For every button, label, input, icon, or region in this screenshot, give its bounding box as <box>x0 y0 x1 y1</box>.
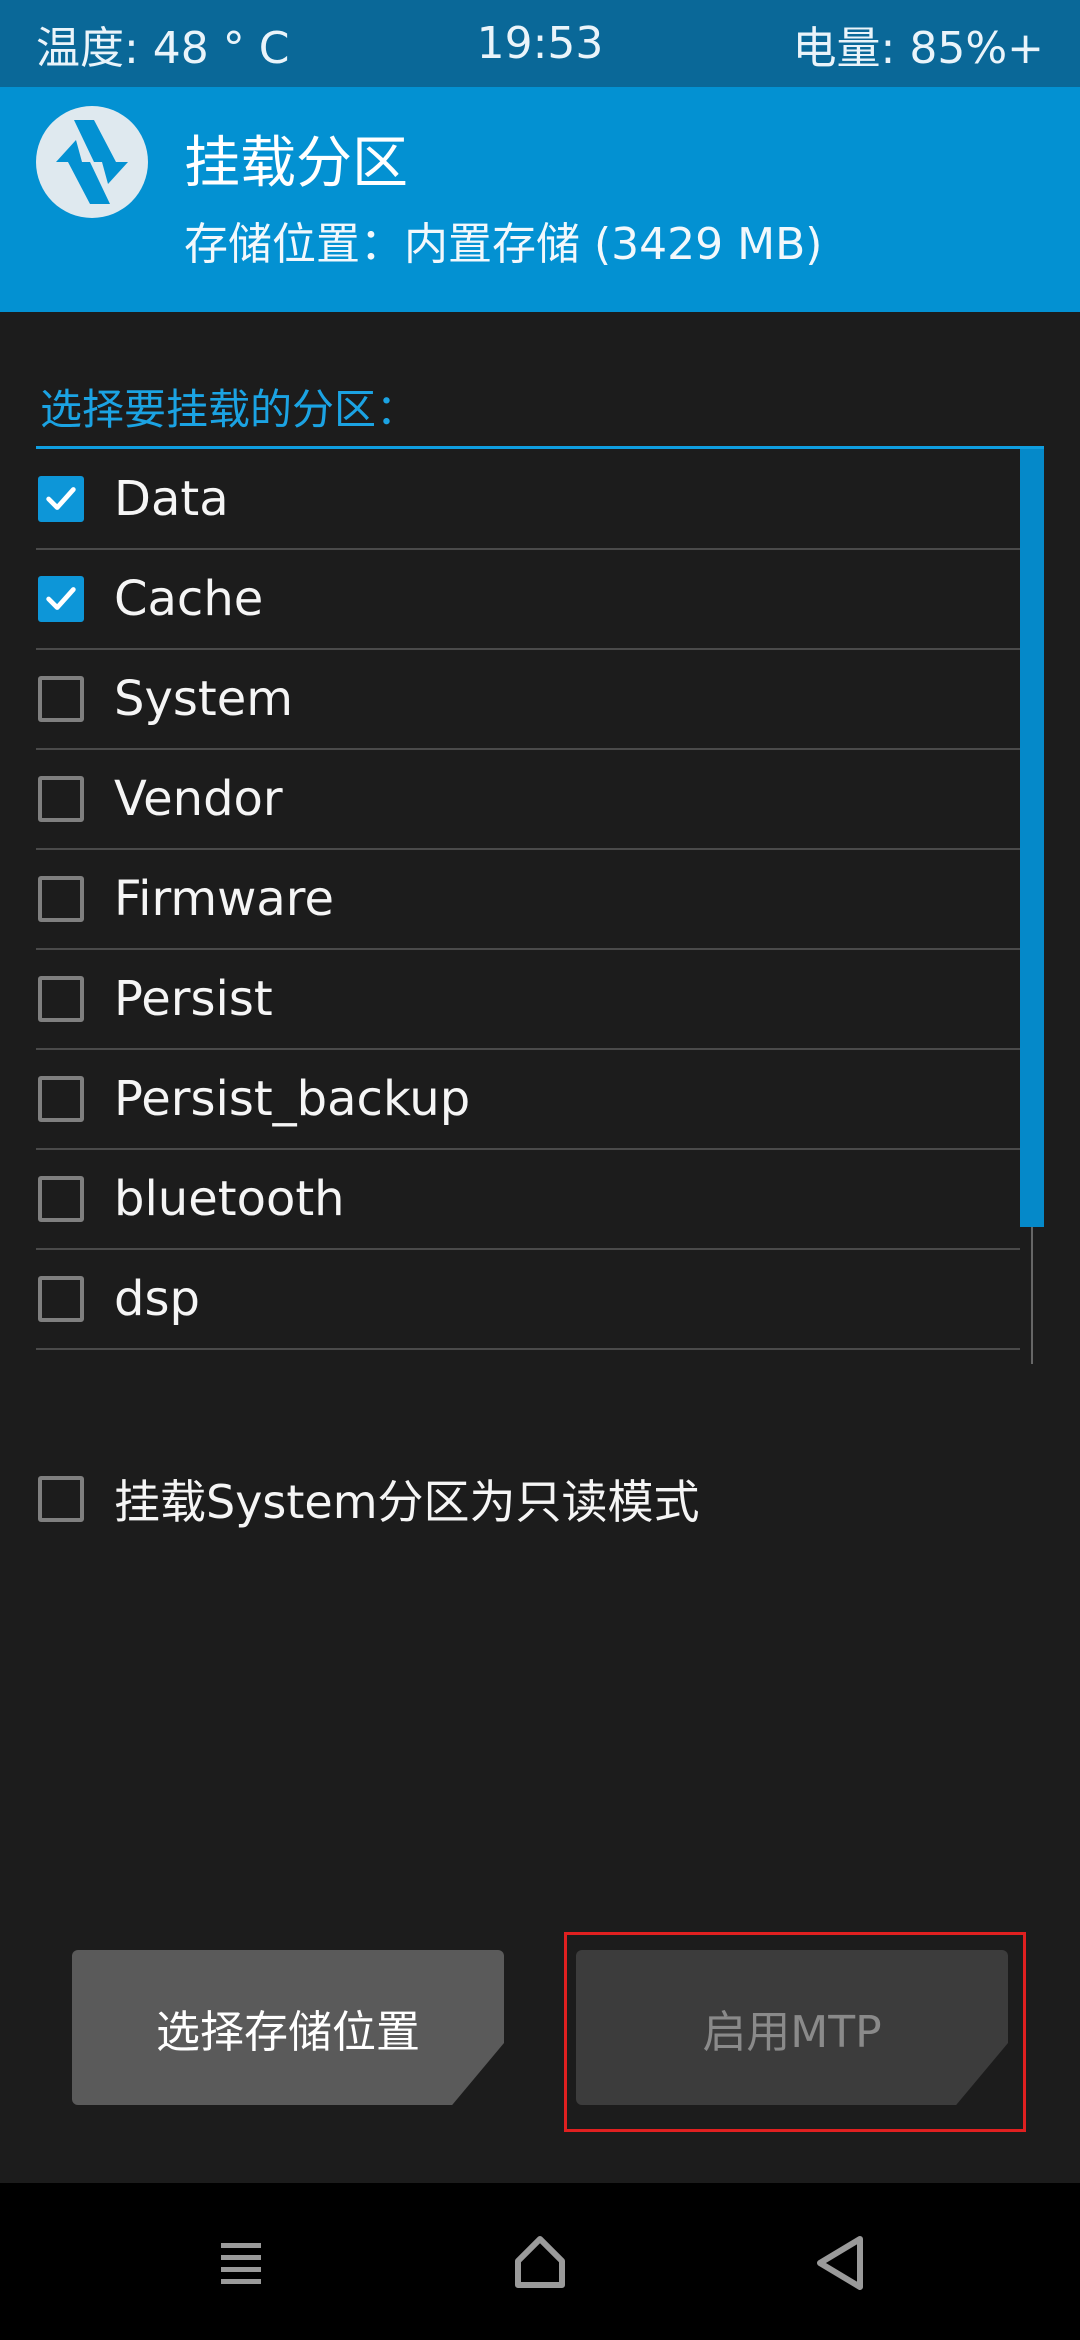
readonly-system-option[interactable]: 挂载System分区为只读模式 <box>36 1466 700 1532</box>
partition-checkbox[interactable] <box>38 576 84 622</box>
readonly-system-label: 挂载System分区为只读模式 <box>114 1475 700 1529</box>
partition-row[interactable]: Firmware <box>36 850 1020 950</box>
home-icon[interactable] <box>500 2223 580 2303</box>
section-label: 选择要挂载的分区： <box>40 385 419 434</box>
battery-text: 电量: 85%+ <box>792 22 1044 74</box>
twrp-logo-icon <box>36 106 148 218</box>
list-scroll-track <box>1031 1227 1033 1364</box>
partition-row[interactable]: bluetooth <box>36 1150 1020 1250</box>
partition-checkbox[interactable] <box>38 476 84 522</box>
partition-row[interactable]: Persist_backup <box>36 1050 1020 1150</box>
partition-row[interactable]: System <box>36 650 1020 750</box>
partition-checkbox[interactable] <box>38 976 84 1022</box>
section-divider <box>36 446 1044 449</box>
status-bar: 温度: 48 ° C 19:53 电量: 85%+ <box>0 0 1080 87</box>
partition-row[interactable]: Persist <box>36 950 1020 1050</box>
partition-row[interactable]: Cache <box>36 550 1020 650</box>
readonly-system-checkbox[interactable] <box>38 1476 84 1522</box>
header <box>0 87 1080 312</box>
select-storage-button[interactable]: 选择存储位置 <box>72 1950 504 2105</box>
partition-checkbox[interactable] <box>38 1076 84 1122</box>
partition-row-partial[interactable] <box>36 1350 1020 1365</box>
partition-checkbox[interactable] <box>38 876 84 922</box>
partition-row[interactable]: Vendor <box>36 750 1020 850</box>
partition-row[interactable]: dsp <box>36 1250 1020 1350</box>
partition-label: dsp <box>114 1271 200 1327</box>
partition-row[interactable]: Data <box>36 450 1020 550</box>
navigation-bar <box>0 2183 1080 2340</box>
page-title: 挂载分区 <box>184 131 408 196</box>
partition-checkbox[interactable] <box>38 676 84 722</box>
partition-checkbox[interactable] <box>38 1276 84 1322</box>
partition-label: Cache <box>114 571 264 627</box>
partition-label: System <box>114 671 293 727</box>
highlight-box <box>564 1932 1026 2132</box>
partition-label: Firmware <box>114 871 334 927</box>
partition-label: Persist <box>114 971 273 1027</box>
partition-label: bluetooth <box>114 1171 345 1227</box>
list-scrollbar[interactable] <box>1020 449 1044 1227</box>
partition-label: Vendor <box>114 771 283 827</box>
storage-location-text: 存储位置：内置存储 (3429 MB) <box>184 219 823 270</box>
partition-label: Data <box>114 471 229 527</box>
partition-checkbox[interactable] <box>38 776 84 822</box>
partition-list[interactable]: Data Cache System Vendor Firmware Persist Pers… <box>36 450 1020 1365</box>
partition-label: Persist_backup <box>114 1071 471 1127</box>
partition-checkbox[interactable] <box>38 1176 84 1222</box>
menu-icon[interactable] <box>201 2223 281 2303</box>
back-icon[interactable] <box>800 2223 880 2303</box>
